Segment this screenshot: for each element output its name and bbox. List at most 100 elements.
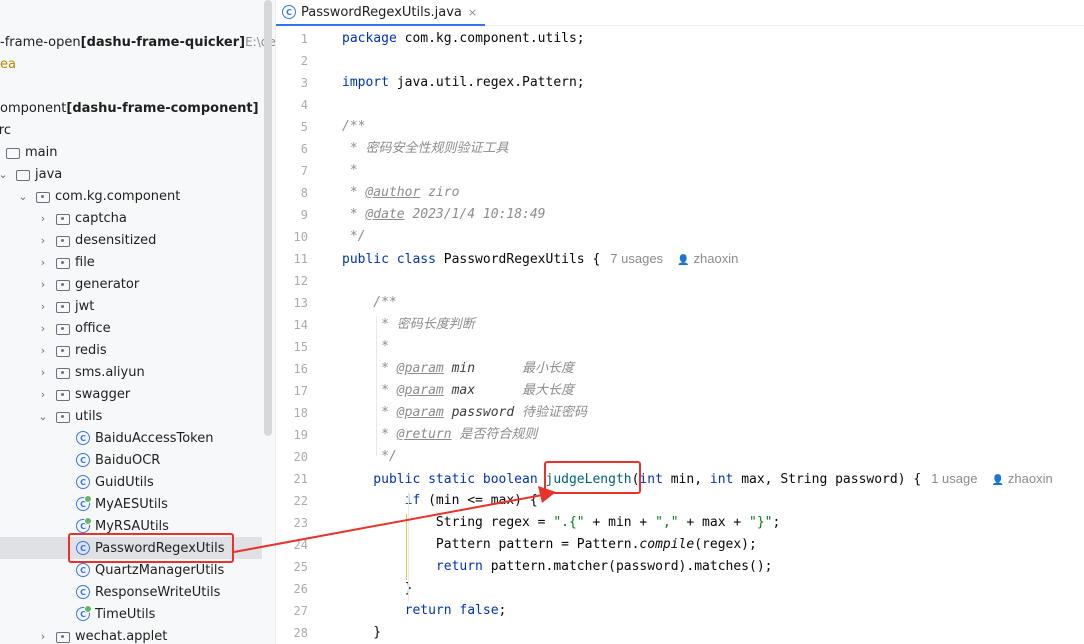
tree-item-label: redis [75, 342, 107, 358]
chevron-right-icon[interactable]: › [36, 234, 50, 247]
code-line[interactable]: * 密码长度判断 [342, 314, 475, 336]
code-line[interactable]: public class PasswordRegexUtils {7 usage… [342, 248, 738, 270]
code-line[interactable]: * @return 是否符合规则 [342, 424, 537, 446]
code-line[interactable]: */ [342, 446, 397, 468]
class-icon: C [76, 605, 92, 621]
tree-item[interactable]: › generator [0, 273, 262, 295]
package-icon [56, 279, 70, 291]
chevron-down-icon[interactable]: ⌄ [16, 190, 30, 203]
tree-item[interactable]: ea [0, 53, 262, 75]
tree-item[interactable]: ⌄ utils [0, 405, 262, 427]
tree-item[interactable] [0, 75, 262, 97]
line-number: 6 [300, 142, 308, 156]
tree-item[interactable]: C BaiduOCR [0, 449, 262, 471]
chevron-right-icon[interactable]: › [36, 256, 50, 269]
tree-item[interactable]: ⌄ com.kg.component [0, 185, 262, 207]
tree-scrollbar[interactable] [264, 0, 272, 436]
tree-item[interactable]: › file [0, 251, 262, 273]
tree-item-label: TimeUtils [95, 606, 156, 622]
code-line[interactable]: return false; [342, 600, 507, 622]
code-token: @date [365, 207, 405, 222]
code-token: max, String password) { [741, 472, 922, 487]
code-line[interactable]: * [342, 336, 389, 358]
tree-item[interactable]: C BaiduAccessToken [0, 427, 262, 449]
code-token: 是否符合规则 [451, 427, 538, 442]
tree-item[interactable]: › redis [0, 339, 262, 361]
tree-item-label: ResponseWriteUtils [95, 584, 221, 600]
code-line[interactable]: package com.kg.component.utils; [342, 28, 585, 50]
code-line[interactable]: public static boolean judgeLength(int mi… [342, 468, 1053, 490]
code-line[interactable]: /** [342, 116, 365, 138]
code-token: return false [342, 603, 499, 618]
tree-item[interactable]: main [0, 141, 248, 163]
code-line[interactable]: import java.util.regex.Pattern; [342, 72, 585, 94]
tree-item[interactable]: omponent [dashu-frame-component] [0, 97, 262, 119]
line-number: 8 [300, 186, 308, 200]
code-line[interactable]: * @date 2023/1/4 10:18:49 [342, 204, 546, 226]
tree-item[interactable]: › wechat.applet [0, 625, 262, 644]
tree-item-label: main [25, 144, 58, 160]
code-line[interactable]: /** [342, 292, 397, 314]
chevron-right-icon[interactable]: › [36, 630, 50, 643]
tree-item[interactable]: C TimeUtils [0, 603, 262, 625]
tree-item-label: sms.aliyun [75, 364, 145, 380]
tree-item[interactable]: ⌄ java [0, 163, 258, 185]
package-icon [56, 631, 70, 643]
class-icon: C [76, 495, 92, 511]
code-token: @param [396, 361, 444, 376]
tree-item[interactable]: › desensitized [0, 229, 262, 251]
chevron-right-icon[interactable]: › [36, 388, 50, 401]
tree-item-label: -frame-open [0, 34, 81, 50]
code-line[interactable]: if (min <= max) { [342, 490, 538, 512]
code-line[interactable]: } [342, 622, 381, 644]
code-line[interactable]: } [342, 578, 413, 600]
tree-item[interactable]: › sms.aliyun [0, 361, 262, 383]
author-hint[interactable]: zhaoxin [694, 251, 739, 266]
code-token: /** [342, 119, 366, 134]
tree-item-label: swagger [75, 386, 131, 402]
code-token: } [342, 581, 413, 596]
usages-hint[interactable]: 7 usages [610, 251, 663, 266]
tree-item[interactable]: C MyAESUtils [0, 493, 262, 515]
code-token: (regex); [694, 537, 757, 552]
line-number: 13 [293, 296, 308, 310]
chevron-right-icon[interactable]: › [36, 212, 50, 225]
code-line[interactable]: * [342, 160, 358, 182]
chevron-right-icon[interactable]: › [36, 344, 50, 357]
code-token: * [342, 383, 397, 398]
code-token: compile [639, 537, 695, 552]
code-token: * 密码长度判断 [342, 317, 475, 332]
editor-tab-bar: C PasswordRegexUtils.java × [276, 0, 1084, 26]
tree-item[interactable]: › captcha [0, 207, 262, 229]
chevron-right-icon[interactable]: › [36, 322, 50, 335]
tree-item[interactable]: C GuidUtils [0, 471, 262, 493]
author-hint[interactable]: zhaoxin [1008, 471, 1053, 486]
tree-item[interactable]: -frame-open [dashu-frame-quicker] E:\de [0, 31, 275, 53]
code-line[interactable]: * @author ziro [342, 182, 460, 204]
close-icon[interactable]: × [468, 6, 477, 19]
tree-item[interactable]: › office [0, 317, 262, 339]
code-token: (min <= max) { [428, 493, 538, 508]
code-token: public class [342, 252, 444, 267]
code-token: * [342, 427, 397, 442]
code-token: public static boolean [342, 472, 546, 487]
code-line[interactable]: * 密码安全性规则验证工具 [342, 138, 509, 160]
chevron-down-icon[interactable]: ⌄ [36, 410, 50, 423]
code-line[interactable]: Pattern pattern = Pattern.compile(regex)… [342, 534, 757, 556]
code-token: * [342, 185, 366, 200]
chevron-right-icon[interactable]: › [36, 278, 50, 291]
code-line[interactable]: */ [342, 226, 366, 248]
code-token: "," [655, 515, 679, 530]
tree-item[interactable]: C ResponseWriteUtils [0, 581, 262, 603]
tree-item[interactable]: › jwt [0, 295, 262, 317]
tree-item-label: ea [0, 56, 16, 72]
chevron-right-icon[interactable]: › [36, 300, 50, 313]
tree-item-label: wechat.applet [75, 628, 168, 644]
tree-item[interactable]: › swagger [0, 383, 262, 405]
tab-password-regex-utils[interactable]: C PasswordRegexUtils.java × [276, 0, 486, 26]
tree-item[interactable]: src [0, 119, 254, 141]
code-line[interactable]: * @param password 待验证密码 [342, 402, 587, 424]
chevron-right-icon[interactable]: › [36, 366, 50, 379]
chevron-down-icon[interactable]: ⌄ [0, 168, 10, 181]
usages-hint[interactable]: 1 usage [931, 471, 977, 486]
